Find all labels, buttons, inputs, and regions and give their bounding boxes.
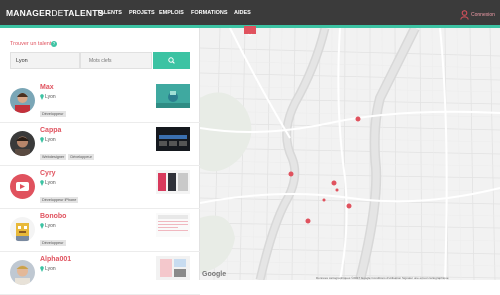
talent-location: Lyon	[45, 137, 56, 143]
talent-marker[interactable]	[335, 188, 339, 192]
city-input[interactable]	[10, 52, 80, 69]
avatar	[10, 217, 35, 242]
search-title: Trouver un talent	[10, 41, 52, 47]
talent-map[interactable]	[200, 28, 500, 280]
search-icon	[168, 57, 175, 64]
map-attribution[interactable]: Données cartographiques ©2017 Google Con…	[316, 276, 449, 280]
talent-card[interactable]: Cappa Lyon Webdesigner Développeur	[0, 123, 200, 166]
portfolio-thumbnail[interactable]	[156, 256, 190, 280]
talent-name[interactable]: Cyry	[40, 170, 56, 177]
nav-aides[interactable]: AIDES	[234, 10, 251, 16]
avatar	[10, 174, 35, 199]
portfolio-thumbnail[interactable]	[156, 127, 190, 151]
login-label: Connexion	[471, 12, 495, 18]
keywords-input[interactable]	[80, 52, 152, 69]
avatar	[10, 131, 35, 156]
nav-emplois[interactable]: EMPLOIS	[159, 10, 184, 16]
talent-marker[interactable]	[305, 218, 311, 224]
talent-location: Lyon	[45, 94, 56, 100]
brand-logo[interactable]: MANAGERDETALENTS	[6, 8, 104, 18]
nav-formations[interactable]: FORMATIONS	[191, 10, 228, 16]
skill-tags: Développeur iPhone	[40, 188, 80, 206]
talent-location: Lyon	[45, 223, 56, 229]
skill-tag: Développeur	[40, 240, 66, 246]
user-icon	[460, 10, 469, 20]
skill-tag: Développeur iPhone	[40, 197, 79, 203]
talent-location: Lyon	[45, 180, 56, 186]
portfolio-thumbnail[interactable]	[156, 84, 190, 108]
skill-tag: Développeur	[40, 111, 66, 117]
talent-marker[interactable]	[322, 198, 326, 202]
nav-projets[interactable]: PROJETS	[129, 10, 155, 16]
nav-talents[interactable]: TALENTS	[97, 10, 122, 16]
search-button[interactable]	[153, 52, 190, 69]
talent-marker[interactable]	[355, 116, 361, 122]
avatar	[10, 88, 35, 113]
login-link[interactable]: Connexion	[460, 10, 500, 20]
talent-name[interactable]: Cappa	[40, 127, 61, 134]
talent-card[interactable]: Bonobo Lyon Développeur	[0, 209, 200, 252]
location-pin-icon	[40, 94, 44, 100]
talent-name[interactable]: Max	[40, 84, 54, 91]
skill-tags: Développeur	[40, 102, 68, 120]
talent-name[interactable]: Bonobo	[40, 213, 66, 220]
google-logo: Google	[202, 271, 227, 278]
avatar	[10, 260, 35, 285]
talent-card[interactable]: Cyry Lyon Développeur iPhone	[0, 166, 200, 209]
talent-marker[interactable]	[346, 203, 352, 209]
skill-tag: Webdesigner	[40, 154, 67, 160]
talent-marker[interactable]	[288, 171, 294, 177]
skill-tag: Développeur	[68, 154, 94, 160]
talent-marker[interactable]	[331, 180, 337, 186]
portfolio-thumbnail[interactable]	[156, 213, 190, 237]
location-pin-icon	[40, 266, 44, 272]
talent-name[interactable]: Alpha001	[40, 256, 71, 263]
location-pin-icon	[40, 223, 44, 229]
portfolio-thumbnail[interactable]	[156, 170, 190, 194]
chevron-down-icon	[247, 33, 253, 37]
location-pin-icon	[40, 180, 44, 186]
skill-tags: Développeur	[40, 231, 68, 249]
map-toggle-button[interactable]	[244, 26, 256, 37]
location-pin-icon	[40, 137, 44, 143]
skill-tags: Webdesigner Développeur	[40, 145, 96, 163]
map-canvas[interactable]	[200, 28, 500, 280]
search-sidebar: Trouver un talent ? Max Lyon Développeur…	[0, 28, 200, 295]
talent-location: Lyon	[45, 266, 56, 272]
talent-card[interactable]: Max Lyon Développeur	[0, 80, 200, 123]
talent-card[interactable]: Alpha001 Lyon	[0, 252, 200, 295]
help-icon[interactable]: ?	[51, 41, 57, 47]
top-navbar: MANAGERDETALENTS TALENTS PROJETS EMPLOIS…	[0, 0, 500, 28]
